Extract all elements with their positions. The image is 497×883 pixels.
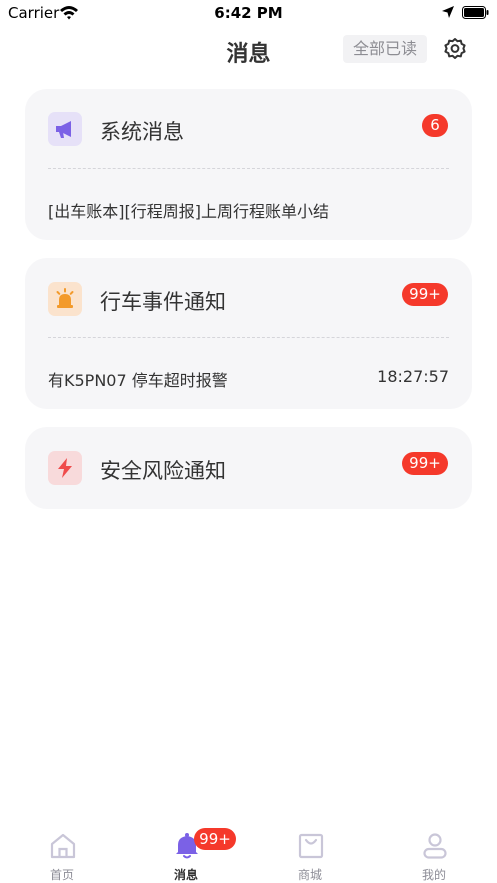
nav-bar: 消息 全部已读: [0, 28, 497, 72]
card-title: 系统消息: [100, 120, 184, 144]
lightning-icon: [58, 458, 72, 478]
megaphone-icon: [56, 121, 71, 138]
unread-badge: 99+: [402, 283, 448, 306]
tab-label: 消息: [173, 868, 198, 882]
card-title: 行车事件通知: [100, 290, 226, 314]
driving-event-card[interactable]: 行车事件通知 99+ 有K5PN07 停车超时报警 18:27:57: [25, 258, 472, 409]
card-title: 安全风险通知: [100, 459, 226, 483]
tab-profile[interactable]: 我的: [372, 818, 496, 883]
shopping-bag-icon: [298, 833, 324, 859]
system-message-card[interactable]: 系统消息 6 [出车账本][行程周报]上周行程账单小结: [25, 89, 472, 240]
tab-messages[interactable]: 消息: [124, 818, 248, 883]
user-icon: [423, 833, 447, 859]
location-arrow-icon: [442, 6, 454, 18]
latest-message: 有K5PN07 停车超时报警: [48, 371, 228, 390]
unread-badge: 99+: [402, 452, 448, 475]
tab-label: 首页: [49, 868, 74, 882]
message-time: 18:27:57: [377, 367, 449, 386]
tab-mall[interactable]: 商城: [248, 818, 372, 883]
unread-badge: 6: [422, 114, 448, 137]
mark-all-read-button[interactable]: 全部已读: [343, 35, 427, 63]
card-icon-wrap: [48, 282, 82, 316]
safety-risk-card[interactable]: 安全风险通知 99+: [25, 427, 472, 509]
card-icon-wrap: [48, 112, 82, 146]
messages-tab-badge: 99+: [194, 828, 236, 850]
tab-bar: 首页 消息 商城 我的: [0, 818, 497, 883]
latest-message: [出车账本][行程周报]上周行程账单小结: [48, 202, 329, 221]
tab-label: 我的: [421, 868, 446, 882]
gear-icon[interactable]: [443, 37, 467, 61]
divider: [48, 168, 449, 169]
tab-label: 商城: [297, 868, 322, 882]
divider: [48, 337, 449, 338]
battery-icon: [462, 6, 489, 19]
clock-label: 6:42 PM: [214, 4, 283, 22]
tab-home[interactable]: 首页: [0, 818, 124, 883]
alarm-light-icon: [56, 288, 74, 308]
home-icon: [50, 833, 76, 859]
card-icon-wrap: [48, 451, 82, 485]
status-bar: Carrier 6:42 PM: [0, 0, 497, 26]
